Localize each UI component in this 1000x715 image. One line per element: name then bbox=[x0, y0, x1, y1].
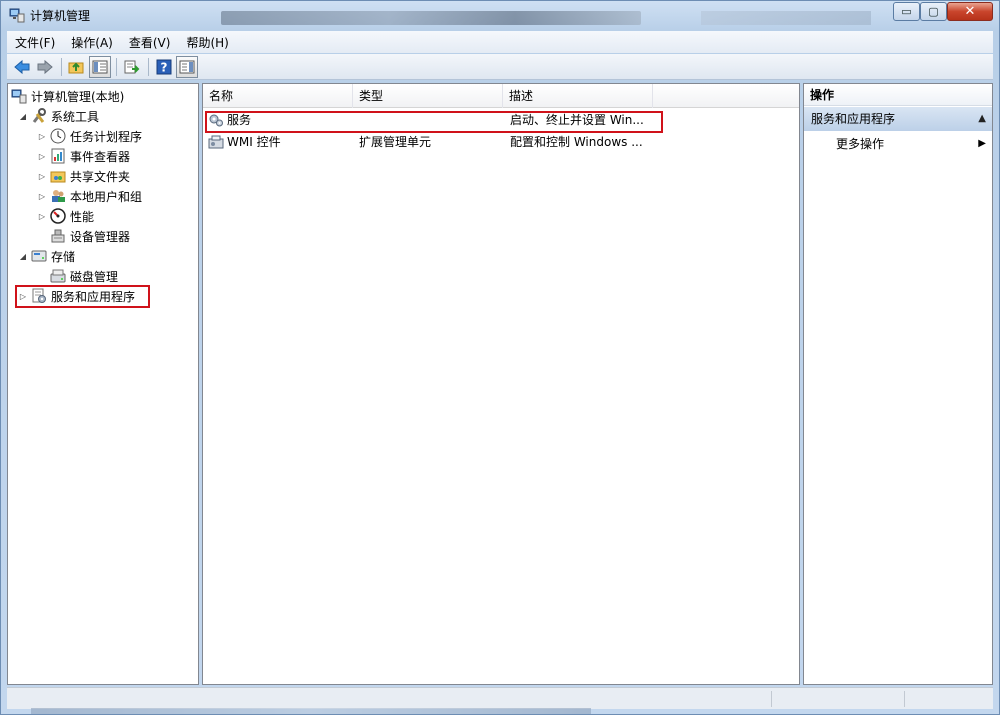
toolbar-separator bbox=[116, 57, 117, 76]
status-divider bbox=[904, 691, 905, 707]
minimize-icon: ▭ bbox=[901, 5, 912, 18]
tree-item-label: 存储 bbox=[51, 249, 76, 264]
tree-item-performance[interactable]: ▷ 性能 bbox=[37, 206, 94, 226]
menu-file[interactable]: 文件(F) bbox=[7, 34, 63, 51]
tree-item-label: 性能 bbox=[70, 209, 95, 224]
highlight-box bbox=[15, 285, 150, 308]
storage-icon bbox=[31, 248, 47, 264]
list-item-type: 扩展管理单元 bbox=[359, 135, 432, 149]
users-icon bbox=[50, 188, 66, 204]
tree-item-label: 本地用户和组 bbox=[70, 189, 143, 204]
back-icon bbox=[14, 59, 30, 74]
collapse-arrow-icon[interactable]: ◢ bbox=[18, 112, 28, 121]
tree-item-shared-folders[interactable]: ▷ 共享文件夹 bbox=[37, 166, 130, 186]
actions-section-label: 服务和应用程序 bbox=[811, 112, 896, 126]
tree-item-device-manager[interactable]: 设备管理器 bbox=[50, 226, 130, 246]
show-hide-action-pane-button[interactable] bbox=[176, 55, 198, 78]
help-button[interactable]: ? bbox=[153, 56, 175, 78]
column-header-description[interactable]: 描述 bbox=[503, 84, 653, 108]
results-pane: 名称 类型 描述 服务 启动、终止并设置 Win... WMI 控件 扩展管理单… bbox=[202, 83, 800, 685]
export-list-button[interactable] bbox=[121, 56, 143, 78]
forward-icon bbox=[37, 59, 53, 74]
expand-arrow-icon[interactable]: ▷ bbox=[37, 192, 47, 201]
tree-item-label: 计算机管理(本地) bbox=[31, 89, 125, 104]
tree-item-label: 设备管理器 bbox=[70, 229, 131, 244]
actions-pane: 操作 服务和应用程序 ▲ 更多操作 ▶ bbox=[803, 83, 993, 685]
tree-item-system-tools[interactable]: ◢ 系统工具 bbox=[18, 106, 99, 126]
wmi-control-icon bbox=[208, 132, 224, 152]
tools-icon bbox=[31, 108, 47, 124]
tree-item-label: 磁盘管理 bbox=[70, 269, 119, 284]
more-actions-label: 更多操作 bbox=[836, 137, 885, 151]
tree-item-local-users-groups[interactable]: ▷ 本地用户和组 bbox=[37, 186, 142, 206]
computer-management-icon bbox=[9, 7, 25, 23]
window: 计算机管理 ▭ ▢ ✕ 文件(F) 操作(A) 查看(V) 帮助(H) ? 计算… bbox=[0, 0, 1000, 715]
performance-icon bbox=[50, 208, 66, 224]
show-hide-tree-icon bbox=[92, 60, 108, 73]
expand-arrow-icon[interactable]: ▷ bbox=[37, 212, 47, 221]
actions-section-header[interactable]: 服务和应用程序 ▲ bbox=[804, 107, 992, 131]
computer-management-icon bbox=[11, 88, 27, 104]
svg-text:?: ? bbox=[161, 60, 168, 74]
maximize-icon: ▢ bbox=[928, 5, 939, 18]
toolbar-separator bbox=[148, 57, 149, 76]
up-folder-icon bbox=[68, 62, 84, 73]
more-actions-item[interactable]: 更多操作 ▶ bbox=[804, 134, 992, 154]
clock-icon bbox=[50, 128, 66, 144]
highlight-box bbox=[205, 111, 663, 133]
tree-item-label: 系统工具 bbox=[51, 109, 100, 124]
device-manager-icon bbox=[50, 228, 66, 244]
list-item-name: WMI 控件 bbox=[227, 135, 281, 149]
show-hide-action-pane-icon bbox=[179, 60, 195, 73]
collapse-up-icon[interactable]: ▲ bbox=[978, 107, 986, 131]
collapse-arrow-icon[interactable]: ◢ bbox=[18, 252, 28, 261]
tree-item-label: 共享文件夹 bbox=[70, 169, 131, 184]
tree-item-event-viewer[interactable]: ▷ 事件查看器 bbox=[37, 146, 130, 166]
status-divider bbox=[771, 691, 772, 707]
blurred-taskbar-region bbox=[31, 708, 591, 714]
minimize-button[interactable]: ▭ bbox=[893, 2, 920, 21]
toolbar-separator bbox=[61, 57, 62, 76]
menu-bar: 文件(F) 操作(A) 查看(V) 帮助(H) bbox=[7, 31, 993, 53]
actions-pane-title: 操作 bbox=[804, 84, 992, 106]
blurred-title-region bbox=[221, 11, 641, 25]
export-list-icon bbox=[124, 60, 140, 73]
title-bar[interactable]: 计算机管理 ▭ ▢ ✕ bbox=[1, 1, 999, 29]
menu-action[interactable]: 操作(A) bbox=[63, 34, 121, 51]
column-header-type[interactable]: 类型 bbox=[353, 84, 503, 108]
up-one-level-button[interactable] bbox=[66, 56, 88, 78]
tree-item-label: 事件查看器 bbox=[70, 149, 131, 164]
disk-management-icon bbox=[50, 268, 66, 284]
status-bar bbox=[7, 687, 993, 709]
blurred-title-region-2 bbox=[701, 11, 871, 25]
window-title: 计算机管理 bbox=[30, 9, 91, 23]
tree-item-task-scheduler[interactable]: ▷ 任务计划程序 bbox=[37, 126, 142, 146]
toolbar: ? bbox=[7, 54, 993, 80]
list-item-description: 配置和控制 Windows ... bbox=[510, 135, 643, 149]
back-button[interactable] bbox=[11, 56, 33, 78]
close-button[interactable]: ✕ bbox=[947, 2, 993, 21]
maximize-button[interactable]: ▢ bbox=[920, 2, 947, 21]
tree-item-storage[interactable]: ◢ 存储 bbox=[18, 246, 75, 266]
show-hide-console-tree-button[interactable] bbox=[89, 55, 111, 78]
list-item-wmi-control[interactable]: WMI 控件 扩展管理单元 配置和控制 Windows ... bbox=[203, 132, 799, 152]
column-header-name[interactable]: 名称 bbox=[203, 84, 353, 108]
shared-folder-icon bbox=[50, 168, 66, 184]
tree-item-computer-management[interactable]: 计算机管理(本地) bbox=[11, 86, 124, 106]
expand-arrow-icon[interactable]: ▷ bbox=[37, 152, 47, 161]
tree-item-disk-management[interactable]: 磁盘管理 bbox=[50, 266, 118, 286]
event-viewer-icon bbox=[50, 148, 66, 164]
expand-arrow-icon[interactable]: ▷ bbox=[37, 172, 47, 181]
forward-button[interactable] bbox=[34, 56, 56, 78]
list-header: 名称 类型 描述 bbox=[203, 84, 799, 108]
expand-arrow-icon[interactable]: ▷ bbox=[37, 132, 47, 141]
menu-help[interactable]: 帮助(H) bbox=[178, 34, 236, 51]
close-icon: ✕ bbox=[964, 4, 976, 19]
menu-view[interactable]: 查看(V) bbox=[121, 34, 179, 51]
help-icon: ? bbox=[156, 59, 172, 74]
console-tree-pane: 计算机管理(本地) ◢ 系统工具 ▷ 任务计划程序 ▷ 事件查看器 ▷ 共享文件… bbox=[7, 83, 199, 685]
submenu-arrow-icon: ▶ bbox=[978, 138, 986, 149]
tree-item-label: 任务计划程序 bbox=[70, 129, 143, 144]
